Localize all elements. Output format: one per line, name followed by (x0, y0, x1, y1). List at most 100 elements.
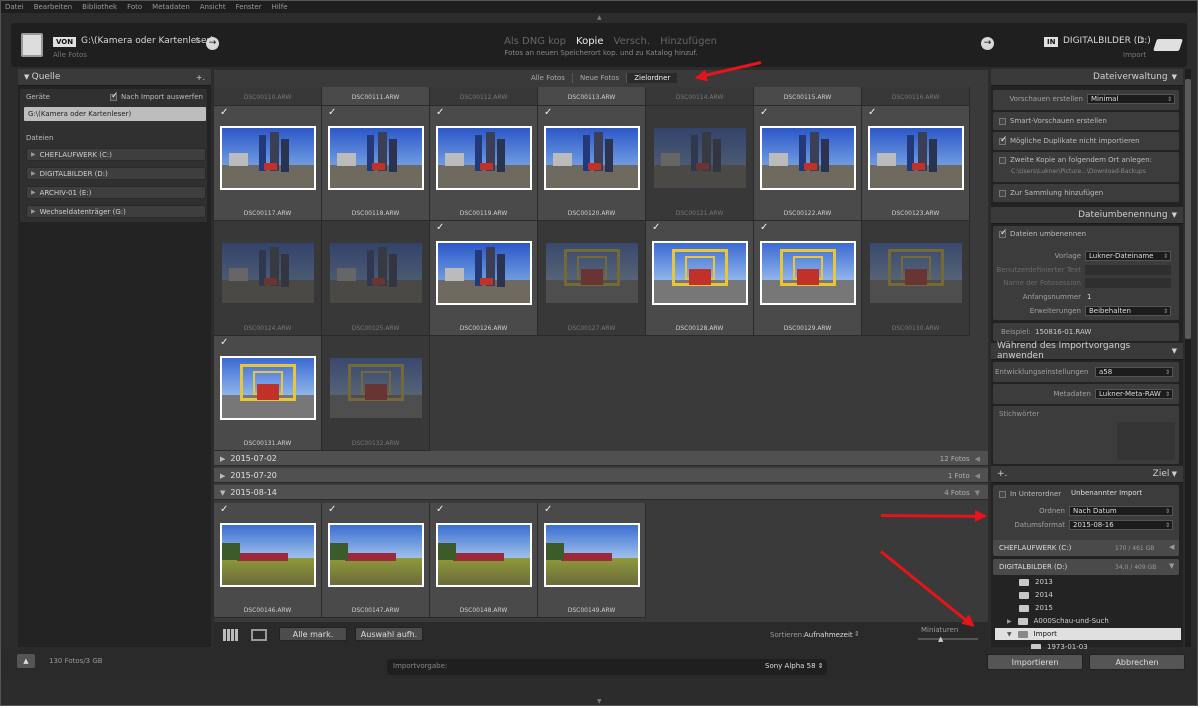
check-icon[interactable]: ✓ (436, 107, 444, 118)
tab-all-photos[interactable]: Alle Fotos (524, 73, 573, 83)
subfolder-option[interactable]: In Unterordner (999, 488, 1061, 500)
check-icon[interactable]: ✓ (544, 107, 552, 118)
menu-item[interactable]: Hilfe (272, 3, 288, 11)
collapse-triangle-icon[interactable]: ▼ (1172, 211, 1177, 219)
photo-cell[interactable]: ✓ DSC00123.ARW (862, 106, 970, 221)
grid-viewport[interactable]: DSC00110.ARW DSC00111.ARW DSC00112.ARW DSC0… (214, 87, 988, 622)
check-icon[interactable]: ✓ (328, 504, 336, 515)
folder-2014[interactable]: 2014 (1019, 589, 1195, 601)
folder-2013[interactable]: 2013 (1019, 576, 1195, 588)
photo-thumbnail[interactable] (328, 241, 424, 305)
check-icon[interactable]: ✓ (220, 504, 228, 515)
photo-cell[interactable]: ✓ DSC00120.ARW (538, 106, 646, 221)
menu-item[interactable]: Foto (127, 3, 142, 11)
menu-item[interactable]: Datei (5, 3, 24, 11)
custom-text-field[interactable] (1085, 265, 1171, 275)
photo-thumbnail[interactable] (436, 523, 532, 587)
second-copy-checkbox[interactable] (999, 156, 1006, 164)
date-group-header[interactable]: ▶ 2015-07-02 12 Fotos ◀ (214, 451, 988, 466)
photo-thumbnail[interactable] (436, 126, 532, 190)
photo-thumbnail[interactable] (652, 241, 748, 305)
photo-cell[interactable]: ✓ DSC00118.ARW (322, 106, 430, 221)
check-icon[interactable]: ✓ (328, 107, 336, 118)
top-row-cell[interactable]: DSC00112.ARW (430, 87, 538, 106)
photo-cell[interactable]: ✓ DSC00122.ARW (754, 106, 862, 221)
photo-cell[interactable]: ✓ DSC00148.ARW (430, 503, 538, 618)
photo-cell[interactable]: ✓ DSC00117.ARW (214, 106, 322, 221)
collection-option[interactable]: Zur Sammlung hinzufügen (999, 187, 1103, 199)
drive-e[interactable]: ▶ ARCHIV-01 (E:) (26, 186, 206, 199)
template-select[interactable]: Lukner-Dateiname (1085, 251, 1171, 261)
photo-thumbnail[interactable] (544, 523, 640, 587)
folder-import-selected[interactable]: ▼ Import (995, 628, 1181, 640)
photo-thumbnail[interactable] (544, 241, 640, 305)
metadata-select[interactable]: Lukner-Meta-RAW (1095, 389, 1173, 399)
photo-thumbnail[interactable] (328, 356, 424, 420)
eject-checkbox[interactable] (110, 91, 119, 101)
session-name-field[interactable] (1085, 278, 1171, 288)
photo-thumbnail[interactable] (328, 126, 424, 190)
top-row-cell[interactable]: DSC00113.ARW (538, 87, 646, 106)
keywords-field[interactable] (1117, 422, 1175, 460)
file-handling-header[interactable]: Dateiverwaltung ▼ (991, 69, 1183, 86)
rename-header[interactable]: Dateiumbenennung ▼ (991, 207, 1183, 224)
import-button[interactable]: Importieren (987, 654, 1083, 670)
photo-thumbnail[interactable] (868, 241, 964, 305)
destination-header[interactable]: +. Ziel ▼ (991, 466, 1183, 483)
group-collapse-icon[interactable]: ▼ (975, 489, 980, 497)
drive-d[interactable]: ▶ DIGITALBILDER (D:) (26, 167, 206, 180)
thumbnail-size-slider[interactable] (918, 638, 978, 640)
rename-checkbox[interactable] (999, 228, 1008, 238)
photo-cell[interactable]: DSC00124.ARW (214, 221, 322, 336)
photo-cell[interactable]: ✓ DSC00126.ARW (430, 221, 538, 336)
volume-d[interactable]: DIGITALBILDER (D:) 34,0 / 409 GB ▼ (993, 559, 1179, 575)
subfolder-field[interactable]: Unbenannter Import (1069, 489, 1171, 499)
photo-cell[interactable]: DSC00132.ARW (322, 336, 430, 451)
uncheck-all-button[interactable]: Auswahl aufh. (355, 627, 423, 641)
photo-cell[interactable]: ✓ DSC00129.ARW (754, 221, 862, 336)
folder-schau-und-such[interactable]: ▶ A000Schau-und-Such (1007, 615, 1183, 627)
tab-destination-folders[interactable]: Zielordner (627, 73, 678, 83)
mode-add[interactable]: Hinzufügen (660, 36, 717, 47)
collection-checkbox[interactable] (999, 189, 1006, 197)
date-format-select[interactable]: 2015-08-16 (1069, 520, 1173, 530)
check-all-button[interactable]: Alle mark. (279, 627, 347, 641)
date-group-header[interactable]: ▼ 2015-08-14 4 Fotos ▼ (214, 485, 988, 500)
tab-new-photos[interactable]: Neue Fotos (573, 73, 628, 83)
photo-thumbnail[interactable] (760, 241, 856, 305)
check-icon[interactable]: ✓ (220, 107, 228, 118)
collapse-triangle-icon[interactable]: ▼ (1172, 347, 1177, 355)
second-copy-path[interactable]: C:\Users\Lukner\Picture...\Download-Back… (1011, 168, 1146, 175)
folder-2015[interactable]: 2015 (1019, 602, 1195, 614)
top-row-cell[interactable]: DSC00115.ARW (754, 87, 862, 106)
loupe-view-icon[interactable] (251, 629, 267, 641)
add-source-icon[interactable]: +. (196, 73, 205, 82)
menu-item[interactable]: Fenster (236, 3, 262, 11)
extensions-select[interactable]: Beibehalten (1085, 306, 1171, 316)
photo-cell[interactable]: DSC00127.ARW (538, 221, 646, 336)
cancel-button[interactable]: Abbrechen (1089, 654, 1185, 670)
source-chevron-icon[interactable]: ⇕ (194, 36, 201, 45)
check-icon[interactable]: ✓ (220, 337, 228, 348)
thumbnail-slider-handle-icon[interactable]: ▲ (938, 635, 943, 643)
photo-thumbnail[interactable] (544, 126, 640, 190)
right-panel-scrollbar[interactable] (1185, 69, 1191, 647)
menu-item[interactable]: Metadaten (152, 3, 190, 11)
collapse-left-icon[interactable]: ◀ (1169, 543, 1174, 551)
photo-thumbnail[interactable] (868, 126, 964, 190)
group-expand-icon[interactable]: ◀ (975, 455, 980, 463)
second-copy-option[interactable]: Zweite Kopie an folgendem Ort anlegen: (999, 154, 1152, 166)
start-number-value[interactable]: 1 (1087, 293, 1091, 301)
photo-cell[interactable]: ✓ DSC00128.ARW (646, 221, 754, 336)
sort-select[interactable]: Aufnahmezeit (804, 631, 853, 639)
top-row-cell[interactable]: DSC00110.ARW (214, 87, 322, 106)
photo-thumbnail[interactable] (328, 523, 424, 587)
check-icon[interactable]: ✓ (544, 504, 552, 515)
photo-cell[interactable]: ✓ DSC00119.ARW (430, 106, 538, 221)
date-group-header[interactable]: ▶ 2015-07-20 1 Foto ◀ (214, 468, 988, 483)
top-collapse-icon[interactable]: ▲ (597, 14, 602, 21)
grid-view-icon[interactable] (223, 629, 239, 641)
menu-item[interactable]: Bibliothek (82, 3, 117, 11)
bottom-collapse-icon[interactable]: ▼ (597, 698, 602, 705)
organize-select[interactable]: Nach Datum (1069, 506, 1173, 516)
